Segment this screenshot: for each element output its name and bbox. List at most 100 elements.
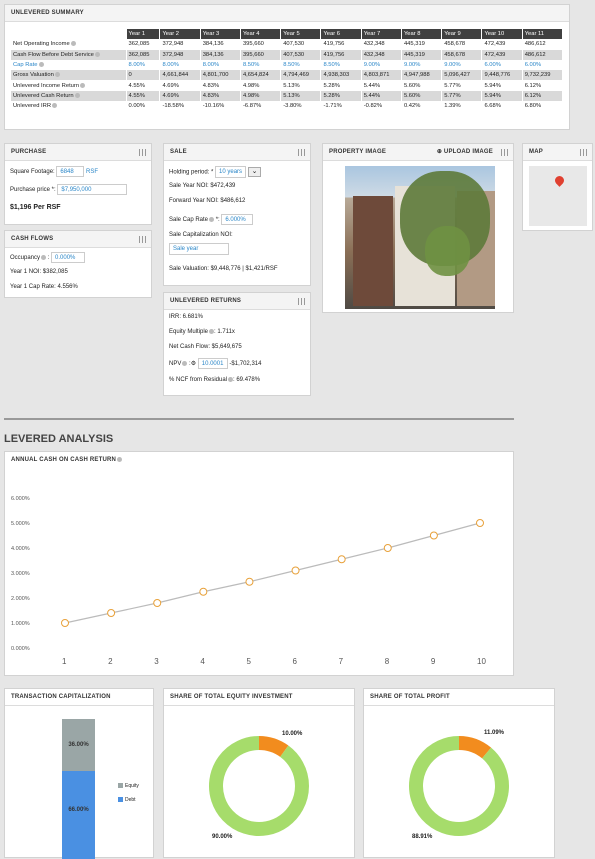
npv-label: NPV (169, 361, 182, 368)
upload-image-button[interactable]: ⊕ Upload Image (437, 144, 493, 161)
series-line (64, 522, 481, 624)
table-cell: 4,794,469 (280, 70, 322, 81)
x-tick-label: 2 (108, 657, 113, 666)
map-view[interactable] (529, 166, 587, 226)
year-header: Year 3 (200, 29, 241, 40)
sale-cap-noi-label: Sale Capitalization NOI: (169, 232, 233, 238)
property-image-panel: PROPERTY IMAGE ⊕ Upload Image (322, 143, 514, 313)
grid-icon[interactable] (298, 149, 305, 156)
table-cell: 419,756 (320, 49, 362, 60)
year-header: Year 4 (240, 29, 282, 40)
sale-cap-noi-select[interactable]: Sale year (169, 243, 229, 255)
y-tick-label: 2.000% (11, 596, 30, 602)
purchase-panel: PURCHASE Square Footage: 6848 RSF Purcha… (4, 143, 152, 225)
table-cell: 5.77% (441, 90, 483, 102)
data-point (245, 577, 254, 586)
table-cell: -0.82% (361, 101, 402, 112)
table-cell: 5.94% (481, 80, 523, 91)
info-icon[interactable] (74, 92, 80, 98)
info-icon[interactable] (38, 62, 44, 68)
row-label: Unlevered IRR (13, 103, 52, 110)
table-cell: 4,803,871 (361, 70, 402, 81)
table-cell: 5.13% (280, 90, 322, 102)
table-cell: -6.87% (240, 101, 282, 112)
table-cell: 9.00% (441, 59, 483, 71)
table-cell: 372,948 (159, 49, 201, 60)
info-icon[interactable] (209, 217, 215, 222)
share-equity-title: SHARE OF TOTAL EQUITY INVESTMENT (170, 694, 293, 700)
holding-label: Holding period: * (169, 169, 214, 176)
year-header: Year 10 (481, 29, 523, 40)
x-tick-label: 7 (339, 657, 344, 666)
equity-legend: Equity (125, 783, 139, 789)
sale-title: SALE (170, 149, 187, 155)
table-cell: 384,136 (200, 49, 241, 60)
sale-cap-input[interactable]: 6.000% (221, 214, 254, 225)
table-cell: 472,439 (481, 39, 523, 50)
table-cell: -3.80% (280, 101, 322, 112)
share-profit-title: SHARE OF TOTAL PROFIT (370, 694, 450, 700)
table-cell: 8.00% (126, 59, 161, 71)
x-tick-label: 5 (246, 657, 251, 666)
grid-icon[interactable] (501, 149, 508, 156)
x-tick-label: 10 (477, 657, 486, 666)
data-point (199, 587, 208, 596)
table-cell: 6.12% (522, 80, 564, 91)
large-slice (409, 736, 509, 836)
info-icon[interactable] (52, 103, 58, 109)
info-icon[interactable] (117, 456, 123, 462)
table-row: Cap Rate 8.00% 8.00% 8.00% 8.50% 8.50% 8.50% 9.… (11, 59, 564, 71)
table-cell: 5.28% (320, 80, 362, 91)
x-tick-label: 9 (431, 657, 436, 666)
info-icon[interactable] (41, 255, 47, 260)
holding-period-select[interactable]: 10 years (215, 166, 247, 178)
grid-icon[interactable] (139, 149, 146, 156)
table-cell: 458,678 (441, 49, 483, 60)
table-cell: 395,660 (240, 49, 282, 60)
table-cell: 362,085 (126, 39, 161, 50)
info-icon[interactable] (94, 51, 100, 57)
info-icon[interactable] (80, 82, 86, 88)
occupancy-input[interactable]: 0.000% (51, 252, 86, 263)
large-slice (209, 736, 309, 836)
grid-icon[interactable] (580, 149, 587, 156)
year-header: Year 9 (441, 29, 483, 40)
year-header: Year 5 (280, 29, 322, 40)
table-cell: 4,947,988 (401, 70, 443, 81)
grid-icon[interactable] (139, 236, 146, 243)
table-cell: 419,756 (320, 39, 362, 50)
npv-rate-input[interactable]: 10.0001 (197, 358, 228, 369)
data-point (61, 619, 69, 627)
row-label: Unlevered Cash Return (13, 92, 74, 99)
row-label: Unlevered Income Return (13, 82, 80, 89)
profit-large-pct: 88.91% (412, 834, 433, 840)
table-cell: 4.55% (126, 90, 161, 102)
table-cell: 486,612 (522, 49, 564, 60)
row-label: Net Operating Income (13, 41, 70, 48)
table-cell: 0.00% (126, 101, 161, 112)
equity-donut-chart (209, 736, 309, 836)
grid-icon[interactable] (298, 298, 305, 305)
info-icon[interactable] (54, 72, 60, 78)
y-tick-label: 1.000% (11, 621, 30, 627)
table-cell: 4,661,844 (159, 70, 201, 81)
sale-cap-label: Sale Cap Rate (169, 217, 209, 224)
sqft-input[interactable]: 6848 (56, 166, 85, 177)
data-point (476, 519, 484, 527)
map-title: MAP (529, 149, 543, 155)
info-icon[interactable] (182, 361, 188, 366)
purchase-title: PURCHASE (11, 149, 47, 155)
gear-icon[interactable]: ⚙ (191, 361, 196, 367)
year-header: Year 2 (159, 29, 201, 40)
cash-flows-panel: CASH FLOWS Occupancy : 0.000% Year 1 NOI… (4, 230, 152, 298)
chevron-down-icon[interactable]: ⌄ (248, 167, 262, 177)
table-cell: 486,612 (522, 39, 564, 50)
table-cell: 8.50% (320, 59, 362, 71)
price-input[interactable]: $7,950,000 (57, 184, 128, 195)
equity-multiple-value: : 1.711x (214, 329, 235, 336)
table-cell: 4.98% (240, 90, 282, 102)
info-icon[interactable] (70, 41, 76, 47)
profit-small-pct: 11.09% (484, 730, 505, 736)
table-cell: 407,530 (280, 39, 322, 50)
table-cell: -18.58% (159, 101, 201, 112)
